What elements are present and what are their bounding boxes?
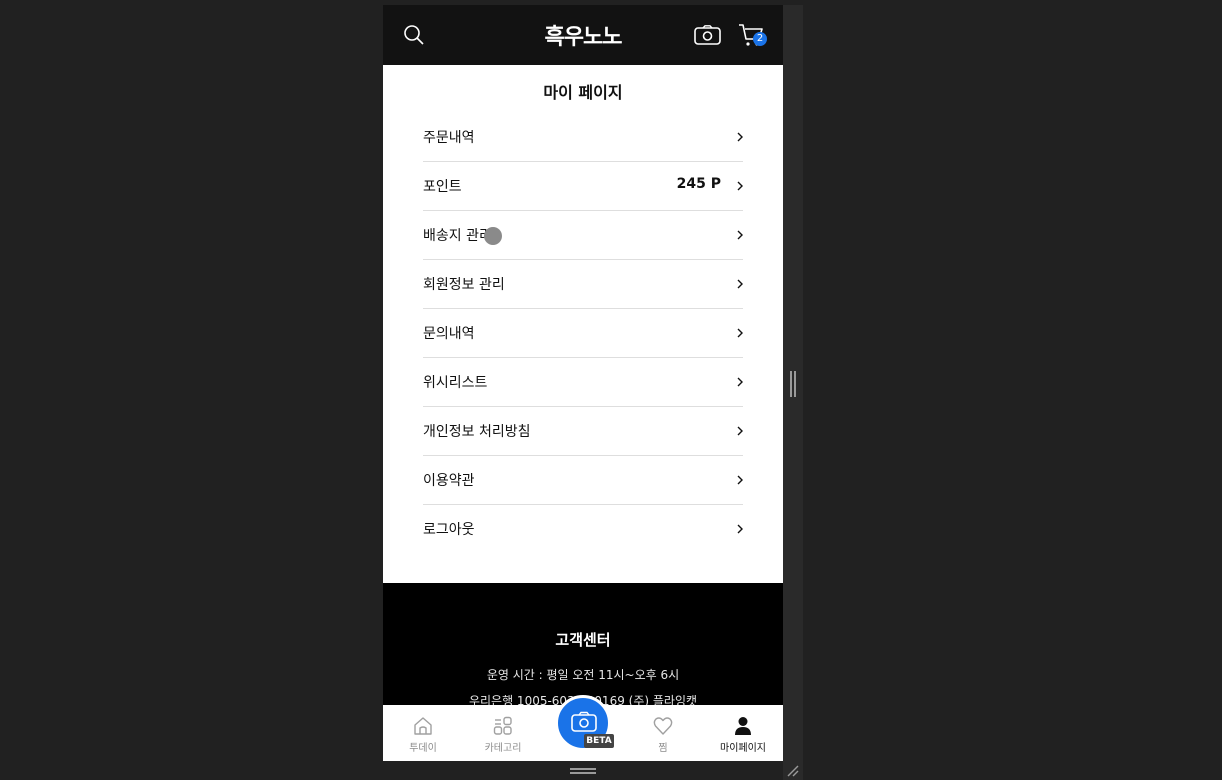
- menu-item-label: 위시리스트: [423, 375, 488, 391]
- camera-icon: [571, 711, 597, 732]
- chevron-right-icon: [737, 328, 743, 338]
- mypage-menu: 주문내역 포인트 245 P 배송지 관리 회원정보 관리 문의내역 위시리스트…: [423, 113, 743, 554]
- menu-item-label: 개인정보 처리방침: [423, 424, 531, 440]
- chevron-right-icon: [737, 524, 743, 534]
- page-title: 마이 페이지: [543, 83, 623, 102]
- menu-item-orders[interactable]: 주문내역: [423, 113, 743, 162]
- menu-item-shipping-address[interactable]: 배송지 관리: [423, 211, 743, 260]
- menu-item-privacy-policy[interactable]: 개인정보 처리방침: [423, 407, 743, 456]
- nav-wishlist[interactable]: 찜: [623, 705, 703, 761]
- menu-item-member-info[interactable]: 회원정보 관리: [423, 260, 743, 309]
- user-icon: [735, 717, 751, 735]
- menu-item-label: 이용약관: [423, 473, 475, 489]
- menu-item-label: 배송지 관리: [423, 228, 492, 244]
- mobile-viewport: 흑우노노 2 마이 페이지 주문내역 포인트 245 P 배송지 관리 회원정보…: [383, 5, 783, 761]
- chevron-right-icon: [737, 132, 743, 142]
- menu-item-label: 포인트: [423, 179, 462, 195]
- menu-item-label: 문의내역: [423, 326, 475, 342]
- menu-item-label: 회원정보 관리: [423, 277, 505, 293]
- top-header: 흑우노노 2: [383, 5, 783, 65]
- nav-label: 찜: [658, 743, 668, 754]
- nav-category[interactable]: 카테고리: [463, 705, 543, 761]
- chevron-right-icon: [737, 181, 743, 191]
- nav-today[interactable]: 투데이: [383, 705, 463, 761]
- brand-logo[interactable]: 흑우노노: [383, 19, 783, 51]
- home-icon: [414, 717, 432, 735]
- menu-item-logout[interactable]: 로그아웃: [423, 505, 743, 554]
- menu-item-terms[interactable]: 이용약관: [423, 456, 743, 505]
- category-icon: [493, 716, 512, 735]
- chevron-right-icon: [737, 426, 743, 436]
- footer-title: 고객센터: [555, 631, 611, 649]
- footer-hours: 운영 시간 : 평일 오전 11시~오후 6시: [486, 668, 680, 682]
- nav-label: 마이페이지: [720, 743, 766, 754]
- beta-badge: BETA: [584, 734, 614, 748]
- menu-item-wishlist[interactable]: 위시리스트: [423, 358, 743, 407]
- menu-item-label: 주문내역: [423, 130, 475, 146]
- chevron-right-icon: [737, 230, 743, 240]
- side-resize-handle[interactable]: [790, 371, 796, 397]
- menu-item-inquiries[interactable]: 문의내역: [423, 309, 743, 358]
- cart-count-badge: 2: [753, 32, 767, 46]
- menu-item-label: 로그아웃: [423, 522, 475, 538]
- resize-grip-icon[interactable]: [787, 765, 799, 777]
- bottom-resize-handle[interactable]: [570, 768, 596, 774]
- heart-icon: [653, 717, 673, 735]
- chevron-right-icon: [737, 377, 743, 387]
- points-value: 245 P: [676, 176, 721, 192]
- nav-mypage[interactable]: 마이페이지: [703, 705, 783, 761]
- menu-item-points[interactable]: 포인트 245 P: [423, 162, 743, 211]
- nav-label: 카테고리: [484, 743, 522, 754]
- chevron-right-icon: [737, 279, 743, 289]
- camera-icon[interactable]: [694, 25, 721, 45]
- touch-cursor-indicator: [484, 227, 502, 245]
- chevron-right-icon: [737, 475, 743, 485]
- nav-label: 투데이: [409, 743, 437, 754]
